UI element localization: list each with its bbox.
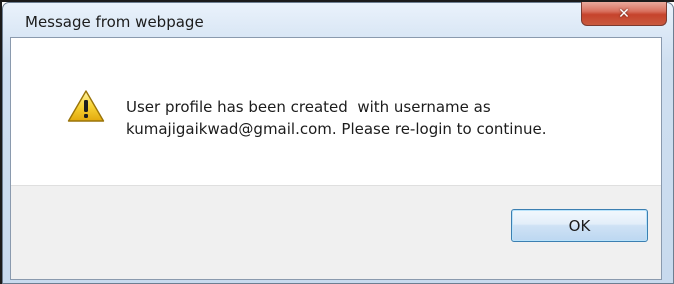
dialog-client-area: User profile has been created with usern…	[10, 37, 662, 280]
message-text: User profile has been created with usern…	[126, 96, 646, 140]
screenshot: Message from webpage ✕ User profile has …	[0, 0, 674, 284]
message-dialog: Message from webpage ✕ User profile has …	[2, 2, 674, 284]
ok-button[interactable]: OK	[511, 209, 648, 242]
message-line-1: User profile has been created with usern…	[126, 98, 491, 116]
close-icon: ✕	[618, 5, 630, 22]
dialog-titlebar[interactable]: Message from webpage ✕	[3, 2, 673, 37]
dialog-title: Message from webpage	[25, 13, 204, 31]
button-bar: OK	[11, 185, 661, 279]
message-area: User profile has been created with usern…	[11, 38, 661, 185]
message-line-2: kumajigaikwad@gmail.com. Please re-login…	[126, 120, 547, 138]
warning-icon	[67, 90, 105, 122]
close-button[interactable]: ✕	[581, 2, 667, 26]
